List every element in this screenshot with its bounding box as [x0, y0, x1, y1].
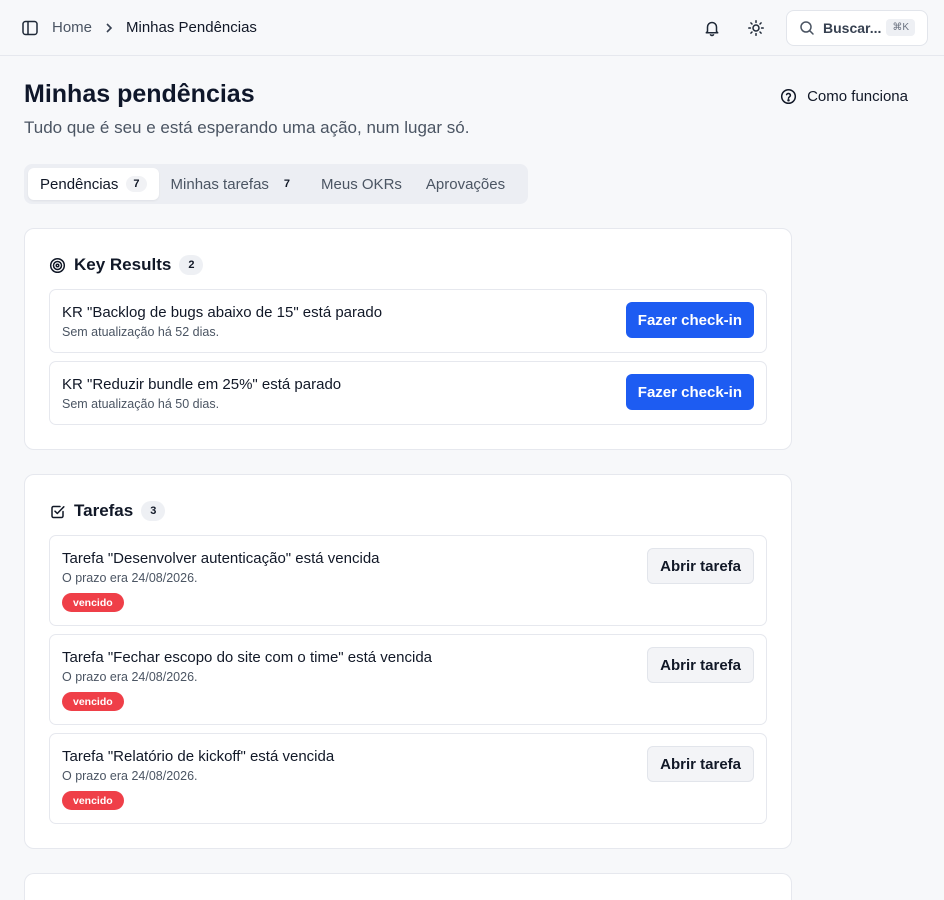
key-results-header: Key Results 2	[49, 255, 204, 275]
checkbox-icon	[49, 503, 66, 520]
key-results-title: Key Results	[74, 255, 172, 274]
item-subtitle: O prazo era 24/08/2026.	[62, 670, 198, 684]
tab-label: Minhas tarefas	[170, 175, 269, 193]
tab-count: 7	[283, 178, 291, 190]
tab-count: 7	[126, 176, 147, 192]
tab-meus-okrs[interactable]: Meus OKRs	[309, 168, 414, 200]
tasks-title: Tarefas	[74, 501, 134, 520]
tab-label: Aprovações	[425, 175, 506, 193]
status-badge: vencido	[62, 593, 124, 612]
target-icon	[49, 257, 66, 274]
check-in-button[interactable]: Fazer check-in	[625, 374, 754, 410]
breadcrumb-current: Minhas Pendências	[126, 19, 257, 36]
sidebar-toggle-icon[interactable]	[20, 18, 40, 38]
item-subtitle: O prazo era 24/08/2026.	[62, 769, 198, 783]
item-subtitle: O prazo era 24/08/2026.	[62, 571, 198, 585]
item-subtitle: Sem atualização há 50 dias.	[62, 397, 220, 411]
breadcrumb-home-link[interactable]: Home	[52, 19, 92, 36]
tab-minhas-tarefas[interactable]: Minhas tarefas 7	[159, 168, 310, 200]
tab-aprovacoes[interactable]: Aprovações	[414, 168, 517, 200]
item-subtitle: Sem atualização há 52 dias.	[62, 325, 220, 339]
open-task-button[interactable]: Abrir tarefa	[647, 548, 754, 584]
tab-list: Pendências 7 Minhas tarefas 7 Meus OKRs …	[24, 164, 528, 204]
search-shortcut: ⌘K	[886, 19, 915, 36]
search-label: Buscar...	[823, 19, 882, 36]
how-it-works-button[interactable]: Como funciona	[780, 88, 908, 105]
search-icon	[799, 20, 815, 36]
key-results-count: 2	[179, 255, 204, 275]
key-results-card: Key Results 2 KR "Backlog de bugs abaixo…	[24, 228, 792, 450]
item-title: Tarefa "Fechar escopo do site com o time…	[62, 649, 432, 666]
open-task-button[interactable]: Abrir tarefa	[647, 647, 754, 683]
list-item: Tarefa "Desenvolver autenticação" está v…	[49, 535, 767, 626]
item-title: KR "Backlog de bugs abaixo de 15" está p…	[62, 304, 383, 321]
list-item: KR "Backlog de bugs abaixo de 15" está p…	[49, 289, 767, 353]
list-item: Tarefa "Relatório de kickoff" está venci…	[49, 733, 767, 824]
status-badge: vencido	[62, 692, 124, 711]
item-title: Tarefa "Desenvolver autenticação" está v…	[62, 550, 380, 567]
list-item: KR "Reduzir bundle em 25%" está parado S…	[49, 361, 767, 425]
tab-label: Pendências	[40, 175, 119, 193]
item-title: KR "Reduzir bundle em 25%" está parado	[62, 376, 342, 393]
search-input[interactable]: Buscar... ⌘K	[786, 9, 928, 46]
check-in-button[interactable]: Fazer check-in	[625, 302, 754, 338]
top-bar: Home Minhas Pendências Buscar... ⌘K	[0, 0, 944, 56]
sun-icon[interactable]	[738, 10, 774, 46]
page-title: Minhas pendências	[24, 80, 255, 108]
help-circle-icon	[780, 88, 797, 105]
tab-label: Meus OKRs	[321, 175, 402, 193]
list-item: Tarefa "Fechar escopo do site com o time…	[49, 634, 767, 725]
bell-icon[interactable]	[694, 10, 730, 46]
how-it-works-label: Como funciona	[807, 88, 908, 105]
status-badge: vencido	[62, 791, 124, 810]
chevron-right-icon	[104, 22, 114, 34]
tasks-header: Tarefas 3	[49, 501, 166, 521]
item-title: Tarefa "Relatório de kickoff" está venci…	[62, 748, 335, 765]
open-task-button[interactable]: Abrir tarefa	[647, 746, 754, 782]
tab-pendencias[interactable]: Pendências 7	[28, 168, 159, 200]
next-section-card	[24, 873, 792, 900]
tasks-count: 3	[141, 501, 166, 521]
page-subtitle: Tudo que é seu e está esperando uma ação…	[24, 118, 470, 137]
tasks-card: Tarefas 3 Tarefa "Desenvolver autenticaç…	[24, 474, 792, 849]
breadcrumb: Home Minhas Pendências	[52, 19, 257, 36]
